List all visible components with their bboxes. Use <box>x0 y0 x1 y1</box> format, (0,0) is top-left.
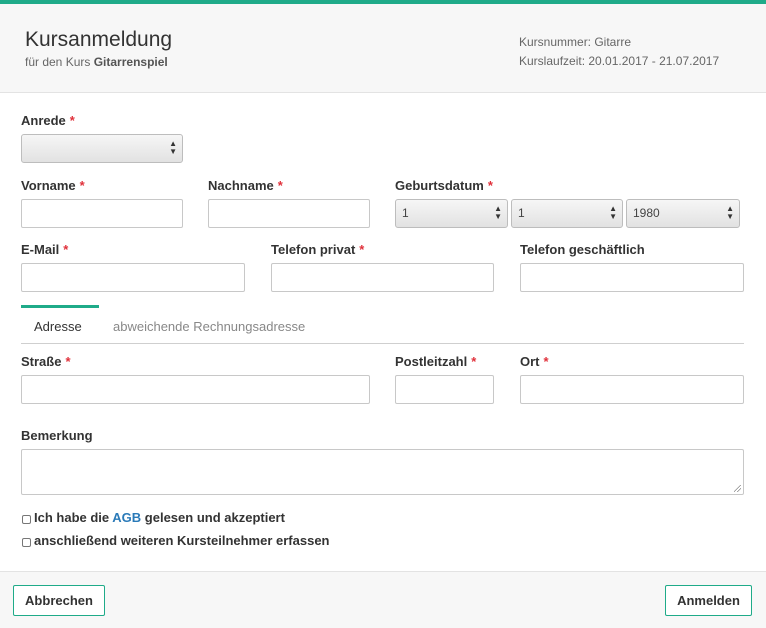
street-input[interactable] <box>21 375 370 404</box>
required-mark: * <box>543 354 549 369</box>
last-name-input[interactable] <box>208 199 370 228</box>
agb-checkbox[interactable] <box>22 515 31 524</box>
more-participants-checkbox[interactable] <box>22 538 31 547</box>
salutation-select[interactable]: ▲ ▼ <box>21 134 183 163</box>
birth-year-select[interactable]: 1980 ▲ ▼ <box>626 199 740 228</box>
postal-code-input[interactable] <box>395 375 494 404</box>
phone-business-label: Telefon geschäftlich <box>520 242 645 257</box>
city-label-text: Ort <box>520 354 540 369</box>
agb-prefix: Ich habe die <box>34 510 110 525</box>
updown-arrow-icon: ▲ ▼ <box>169 139 177 156</box>
dialog-footer: Abbrechen Anmelden <box>0 571 766 628</box>
phone-business-input[interactable] <box>520 263 744 292</box>
dialog-title: Kursanmeldung <box>25 28 173 51</box>
phone-private-input[interactable] <box>271 263 494 292</box>
submit-button[interactable]: Anmelden <box>665 585 752 616</box>
dialog-subtitle: für den Kurs Gitarrenspiel <box>25 55 168 69</box>
city-label: Ort * <box>520 354 549 369</box>
dialog-header: Kursanmeldung für den Kurs Gitarrenspiel… <box>0 4 766 93</box>
agb-suffix: gelesen und akzeptiert <box>144 510 285 525</box>
birth-day-select[interactable]: 1 ▲ ▼ <box>395 199 508 228</box>
required-mark: * <box>69 113 75 128</box>
salutation-label: Anrede * <box>21 113 75 128</box>
remark-label: Bemerkung <box>21 428 93 443</box>
course-name: Gitarrenspiel <box>93 55 168 69</box>
birthdate-label: Geburtsdatum * <box>395 178 493 193</box>
required-mark: * <box>65 354 71 369</box>
required-mark: * <box>487 178 493 193</box>
phone-private-label: Telefon privat * <box>271 242 364 257</box>
course-number: Kursnummer: Gitarre <box>519 35 632 49</box>
postal-code-label: Postleitzahl * <box>395 354 476 369</box>
agb-link[interactable]: AGB <box>112 510 141 525</box>
tab-billing-address[interactable]: abweichende Rechnungsadresse <box>113 319 305 334</box>
tab-address[interactable]: Adresse <box>34 319 82 334</box>
required-mark: * <box>359 242 365 257</box>
city-input[interactable] <box>520 375 744 404</box>
required-mark: * <box>79 178 85 193</box>
email-label-text: E-Mail <box>21 242 60 257</box>
more-participants-label: anschließend weiteren Kursteilnehmer erf… <box>34 533 330 548</box>
email-input[interactable] <box>21 263 245 292</box>
updown-arrow-icon: ▲ ▼ <box>494 204 502 221</box>
remark-textarea[interactable] <box>21 449 744 495</box>
required-mark: * <box>471 354 477 369</box>
salutation-label-text: Anrede <box>21 113 66 128</box>
tabs-divider <box>21 343 744 344</box>
phone-private-label-text: Telefon privat <box>271 242 356 257</box>
agb-checkbox-label: Ich habe die AGB gelesen und akzeptiert <box>34 510 285 525</box>
subtitle-prefix: für den Kurs <box>25 55 91 69</box>
last-name-label: Nachname * <box>208 178 283 193</box>
last-name-label-text: Nachname <box>208 178 274 193</box>
resize-handle-icon[interactable] <box>734 485 741 492</box>
birth-month-value: 1 <box>518 206 525 220</box>
street-label: Straße * <box>21 354 71 369</box>
birthdate-label-text: Geburtsdatum <box>395 178 484 193</box>
required-mark: * <box>277 178 283 193</box>
birth-year-value: 1980 <box>633 206 660 220</box>
updown-arrow-icon: ▲ ▼ <box>609 204 617 221</box>
postal-code-label-text: Postleitzahl <box>395 354 468 369</box>
first-name-label-text: Vorname <box>21 178 76 193</box>
cancel-button[interactable]: Abbrechen <box>13 585 105 616</box>
required-mark: * <box>63 242 69 257</box>
birth-month-select[interactable]: 1 ▲ ▼ <box>511 199 623 228</box>
updown-arrow-icon: ▲ ▼ <box>726 204 734 221</box>
first-name-input[interactable] <box>21 199 183 228</box>
course-period: Kurslaufzeit: 20.01.2017 - 21.07.2017 <box>519 54 720 68</box>
active-tab-indicator <box>21 305 99 308</box>
first-name-label: Vorname * <box>21 178 85 193</box>
email-label: E-Mail * <box>21 242 68 257</box>
birth-day-value: 1 <box>402 206 409 220</box>
street-label-text: Straße <box>21 354 62 369</box>
